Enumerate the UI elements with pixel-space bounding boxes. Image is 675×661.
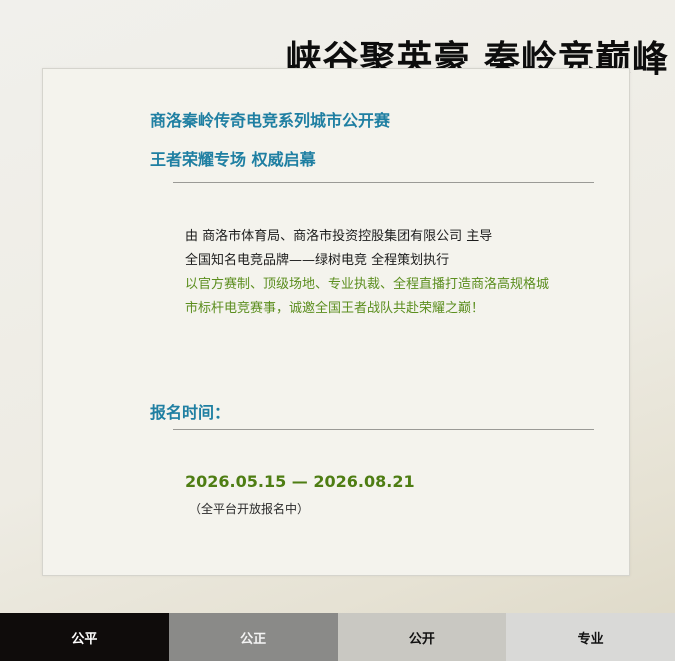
event-title: 商洛秦岭传奇电竞系列城市公开赛 [150, 111, 391, 130]
tab-professional[interactable]: 专业 [506, 613, 675, 661]
registration-heading: 报名时间： [150, 403, 231, 422]
tab-just[interactable]: 公正 [168, 613, 338, 661]
description-line-organizers: 由 商洛市体育局、商洛市投资控股集团有限公司 主导 [185, 229, 493, 244]
event-card: 商洛秦岭传奇电竞系列城市公开赛 王者荣耀专场 权威启幕 由 商洛市体育局、商洛市… [42, 68, 630, 576]
registration-dates: 2026.05.15 — 2026.08.21 [185, 472, 415, 491]
registration-divider [173, 429, 594, 430]
bottom-tab-bar: 公平 公正 公开 专业 [0, 613, 675, 661]
tab-open[interactable]: 公开 [337, 613, 507, 661]
description-line-highlights: 以官方赛制、顶级场地、专业执裁、全程直播打造商洛高规格城 [185, 277, 550, 292]
registration-note: （全平台开放报名中） [189, 502, 310, 516]
tab-fair[interactable]: 公平 [0, 613, 169, 661]
description-line-invitation: 市标杆电竞赛事，诚邀全国王者战队共赴荣耀之巅！ [185, 301, 485, 316]
event-subtitle: 王者荣耀专场 权威启幕 [150, 150, 316, 169]
title-divider [173, 182, 594, 183]
description-line-executor: 全国知名电竞品牌——绿树电竞 全程策划执行 [185, 253, 450, 268]
